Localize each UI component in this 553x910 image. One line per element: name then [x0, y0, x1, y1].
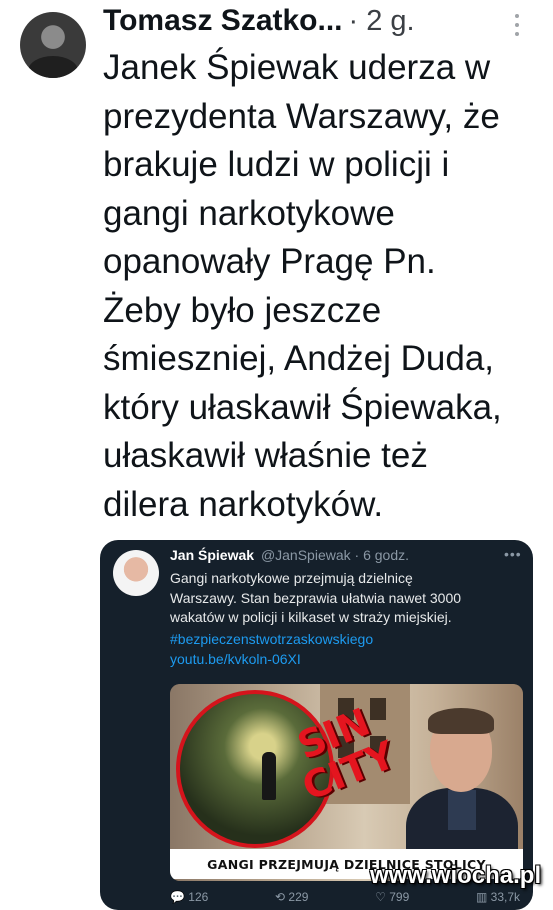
views-button[interactable]: ▥ 33,7k [476, 890, 520, 910]
suspect-figure [262, 752, 276, 800]
post-header: Tomasz Szatko... · 2 g. [103, 4, 533, 44]
quoted-actions: 💬 126 ⟲ 229 ♡ 799 ▥ 33,7k [170, 890, 520, 910]
quoted-link[interactable]: youtu.be/kvkoln-06XI [170, 651, 301, 667]
quoted-header: Jan Śpiewak @JanSpiewak · 6 godz. [170, 547, 409, 563]
post-avatar[interactable] [20, 12, 86, 78]
like-button[interactable]: ♡ 799 [375, 890, 409, 910]
quoted-media-image[interactable]: SIN CITY GANGI PRZEJMUJĄ DZIELNICE STOLI… [170, 684, 523, 881]
retweet-button[interactable]: ⟲ 229 [275, 890, 308, 910]
quoted-text: Gangi narkotykowe przejmują dzielnicę Wa… [170, 570, 462, 625]
post-timestamp[interactable]: · 2 g. [349, 5, 415, 38]
more-horizontal-icon[interactable]: ••• [504, 546, 522, 562]
author-name[interactable]: Tomasz Szatko... [103, 4, 343, 38]
quoted-meta: @JanSpiewak · 6 godz. [260, 547, 410, 563]
reply-button[interactable]: 💬 126 [170, 890, 208, 910]
more-vertical-icon[interactable] [514, 14, 520, 36]
site-watermark: www.wiocha.pl [370, 862, 542, 889]
quoted-avatar[interactable] [113, 550, 159, 596]
quoted-hashtag[interactable]: #bezpieczenstwotrzaskowskiego [170, 631, 373, 647]
quoted-tweet-card[interactable]: Jan Śpiewak @JanSpiewak · 6 godz. ••• Ga… [100, 540, 533, 910]
quoted-author-name[interactable]: Jan Śpiewak [170, 547, 254, 563]
post-text: Janek Śpiewak uderza w prezydenta Warsza… [103, 48, 502, 524]
